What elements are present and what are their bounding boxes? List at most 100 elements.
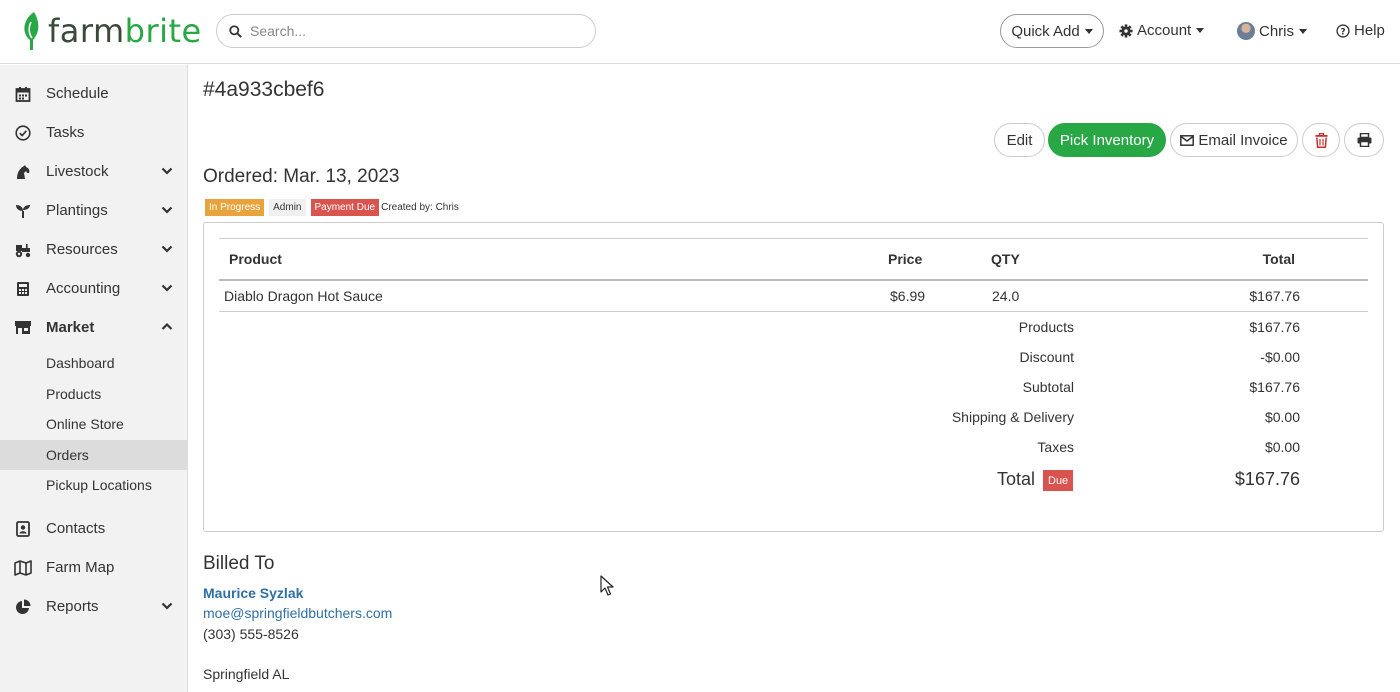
summary-subtotal-label: Subtotal <box>1022 379 1074 395</box>
search-box[interactable] <box>216 14 596 48</box>
user-name: Chris <box>1259 22 1295 40</box>
table-top-border <box>219 238 1368 239</box>
envelope-icon <box>1180 134 1195 146</box>
store-icon <box>14 319 32 337</box>
sidebar-subitem-products[interactable]: Products <box>0 379 188 409</box>
calculator-icon <box>14 280 32 298</box>
col-header-product: Product <box>229 251 282 267</box>
summary-shipping-label: Shipping & Delivery <box>951 409 1074 425</box>
edit-button[interactable]: Edit <box>994 123 1045 157</box>
summary-taxes-value: $0.00 <box>1264 439 1300 455</box>
help-label: Help <box>1354 22 1385 39</box>
email-invoice-button[interactable]: Email Invoice <box>1170 123 1298 157</box>
table-header-divider <box>219 279 1368 281</box>
sidebar-subitem-orders[interactable]: Orders <box>0 440 188 470</box>
account-menu[interactable]: Account <box>1119 22 1205 39</box>
order-id-title: #4a933cbef6 <box>203 78 325 101</box>
gear-icon <box>1119 23 1133 38</box>
payment-badge: Payment Due <box>310 199 380 216</box>
sidebar-item-reports[interactable]: Reports <box>0 587 188 626</box>
address-book-icon <box>14 520 32 538</box>
sidebar-subitem-dashboard[interactable]: Dashboard <box>0 348 188 378</box>
order-badges: In Progress Admin Payment Due Created by… <box>205 199 459 216</box>
customer-name-link[interactable]: Maurice Syzlak <box>203 585 303 601</box>
tractor-icon <box>14 241 32 259</box>
avatar <box>1237 22 1255 40</box>
email-invoice-label: Email Invoice <box>1198 131 1288 149</box>
customer-city: Springfield AL <box>203 666 290 682</box>
sidebar-subitem-pickup-locations[interactable]: Pickup Locations <box>0 470 188 500</box>
sidebar-item-label: Schedule <box>46 85 109 102</box>
row-qty: 24.0 <box>992 288 1020 304</box>
summary-shipping-value: $0.00 <box>1264 409 1300 425</box>
row-product: Diablo Dragon Hot Sauce <box>224 288 383 304</box>
sidebar-item-label: Farm Map <box>46 559 115 576</box>
sidebar-item-market[interactable]: Market <box>0 308 188 347</box>
trash-icon <box>1315 132 1327 148</box>
created-by: Created by: Chris <box>381 202 459 213</box>
table-row-divider <box>219 311 1368 312</box>
summary-subtotal-value: $167.76 <box>1249 379 1300 395</box>
print-button[interactable] <box>1344 123 1384 157</box>
seedling-icon <box>14 202 32 220</box>
summary-discount-label: Discount <box>1019 349 1074 365</box>
summary-taxes-label: Taxes <box>1037 439 1074 455</box>
sidebar-item-label: Resources <box>46 241 118 258</box>
quick-add-button[interactable]: Quick Add <box>1000 14 1104 48</box>
chevron-down-icon <box>161 167 173 175</box>
sidebar-item-plantings[interactable]: Plantings <box>0 191 188 230</box>
chevron-up-icon <box>161 322 173 330</box>
mouse-cursor-icon <box>600 575 614 596</box>
col-header-qty: QTY <box>991 251 1020 267</box>
quick-add-label: Quick Add <box>1011 22 1080 40</box>
sidebar-item-accounting[interactable]: Accounting <box>0 269 188 308</box>
chevron-down-icon <box>161 602 173 610</box>
logo-text: farmbrite <box>48 12 202 50</box>
customer-email-link[interactable]: moe@springfieldbutchers.com <box>203 605 392 621</box>
caret-down-icon <box>1196 28 1205 33</box>
summary-total-value: $167.76 <box>1234 469 1300 489</box>
summary-discount-value: -$0.00 <box>1260 349 1300 365</box>
row-price: $6.99 <box>890 288 926 304</box>
sidebar-item-resources[interactable]: Resources <box>0 230 188 269</box>
search-input[interactable] <box>250 23 570 39</box>
billed-to-heading: Billed To <box>203 553 275 574</box>
check-circle-icon <box>14 124 32 142</box>
total-due-badge: Due <box>1043 470 1074 491</box>
chevron-down-icon <box>161 245 173 253</box>
sidebar-item-schedule[interactable]: Schedule <box>0 74 188 113</box>
status-badge: In Progress <box>205 199 265 216</box>
customer-phone: (303) 555-8526 <box>203 626 299 642</box>
sidebar-item-livestock[interactable]: Livestock <box>0 152 188 191</box>
pick-inventory-button[interactable]: Pick Inventory <box>1048 123 1166 157</box>
sidebar-item-farm-map[interactable]: Farm Map <box>0 548 188 587</box>
sidebar-item-tasks[interactable]: Tasks <box>0 113 188 152</box>
order-items-panel <box>203 222 1384 532</box>
sidebar-item-label: Accounting <box>46 280 121 297</box>
row-total: $167.76 <box>1249 288 1300 304</box>
leaf-logo-icon <box>24 12 39 50</box>
summary-products-label: Products <box>1018 319 1074 335</box>
svg-text:?: ? <box>1340 27 1345 37</box>
ordered-date: Ordered: Mar. 13, 2023 <box>203 166 400 187</box>
search-icon <box>229 24 242 38</box>
delete-button[interactable] <box>1302 123 1340 157</box>
col-header-total: Total <box>1262 251 1295 267</box>
sidebar-item-contacts[interactable]: Contacts <box>0 509 188 548</box>
summary-total-label: Total <box>997 469 1036 489</box>
sidebar-subitem-online-store[interactable]: Online Store <box>0 409 188 439</box>
farmbrite-logo[interactable]: farmbrite <box>20 10 202 52</box>
col-header-price: Price <box>888 251 923 267</box>
summary-products-value: $167.76 <box>1249 319 1300 335</box>
account-label: Account <box>1137 22 1192 39</box>
help-link[interactable]: ? Help <box>1336 22 1385 39</box>
chevron-down-icon <box>161 284 173 292</box>
question-circle-icon: ? <box>1336 23 1350 38</box>
source-badge: Admin <box>269 199 306 216</box>
pie-chart-icon <box>14 598 32 616</box>
sidebar-item-label: Livestock <box>46 163 109 180</box>
calendar-icon <box>14 85 32 103</box>
user-menu[interactable]: Chris <box>1237 22 1308 40</box>
sidebar-item-label: Reports <box>46 598 99 615</box>
horse-icon <box>14 163 32 181</box>
